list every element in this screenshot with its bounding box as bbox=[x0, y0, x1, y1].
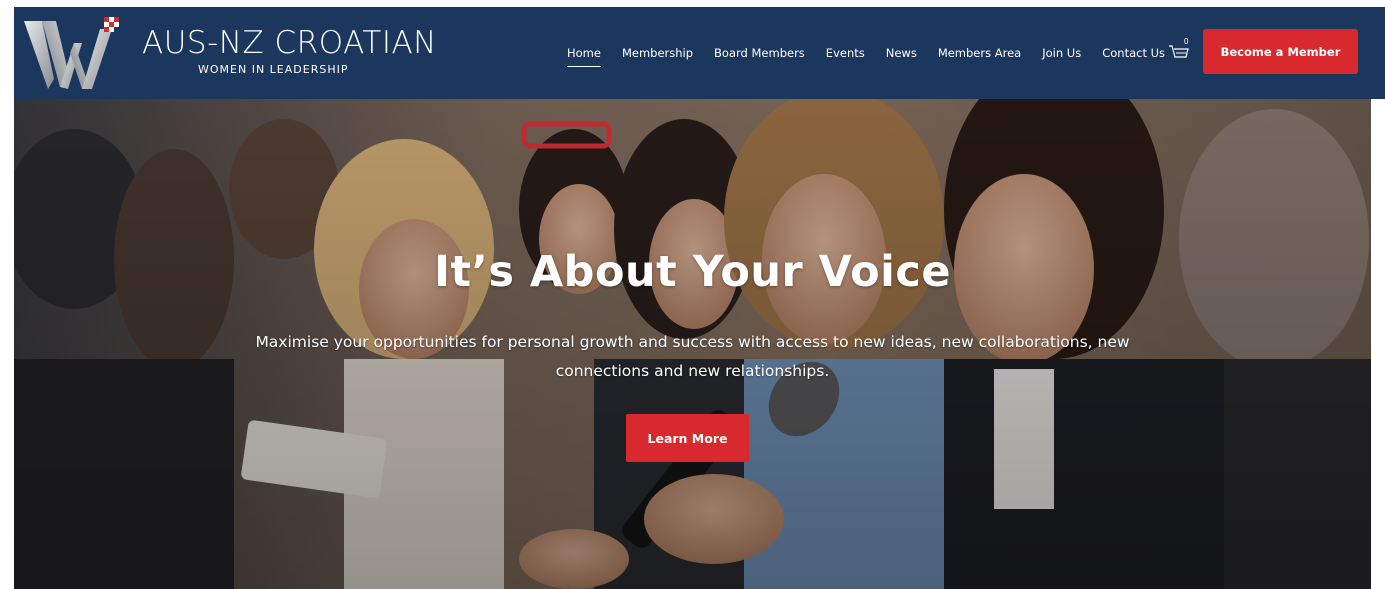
nav-item-membership[interactable]: Membership bbox=[622, 46, 693, 60]
nav-item-contact-us[interactable]: Contact Us bbox=[1102, 46, 1165, 60]
brand-subtitle: WOMEN IN LEADERSHIP bbox=[198, 63, 349, 76]
main-nav: Home Membership Board Members Events New… bbox=[567, 45, 1186, 67]
nav-item-join-us[interactable]: Join Us bbox=[1042, 46, 1081, 60]
nav-item-members-area[interactable]: Members Area bbox=[938, 46, 1021, 60]
learn-more-button[interactable]: Learn More bbox=[626, 414, 749, 462]
nav-item-events[interactable]: Events bbox=[826, 46, 865, 60]
nav-item-board-members[interactable]: Board Members bbox=[714, 46, 805, 60]
become-member-button[interactable]: Become a Member bbox=[1203, 29, 1358, 74]
nav-item-news[interactable]: News bbox=[886, 46, 917, 60]
site-header: AUS-NZ CROATIAN WOMEN IN LEADERSHIP Home… bbox=[14, 7, 1385, 99]
cart-count-badge: 0 bbox=[1184, 37, 1189, 46]
hero-description: Maximise your opportunities for personal… bbox=[255, 333, 1130, 380]
brand-title[interactable]: AUS-NZ CROATIAN bbox=[142, 25, 437, 61]
hero-title: It’s About Your Voice bbox=[433, 247, 952, 297]
nav-item-home[interactable]: Home bbox=[567, 46, 601, 67]
page: AUS-NZ CROATIAN WOMEN IN LEADERSHIP Home… bbox=[0, 0, 1385, 589]
hero-section: It’s About Your Voice Maximise your oppo… bbox=[14, 99, 1371, 589]
w-logo-icon[interactable] bbox=[20, 13, 124, 93]
